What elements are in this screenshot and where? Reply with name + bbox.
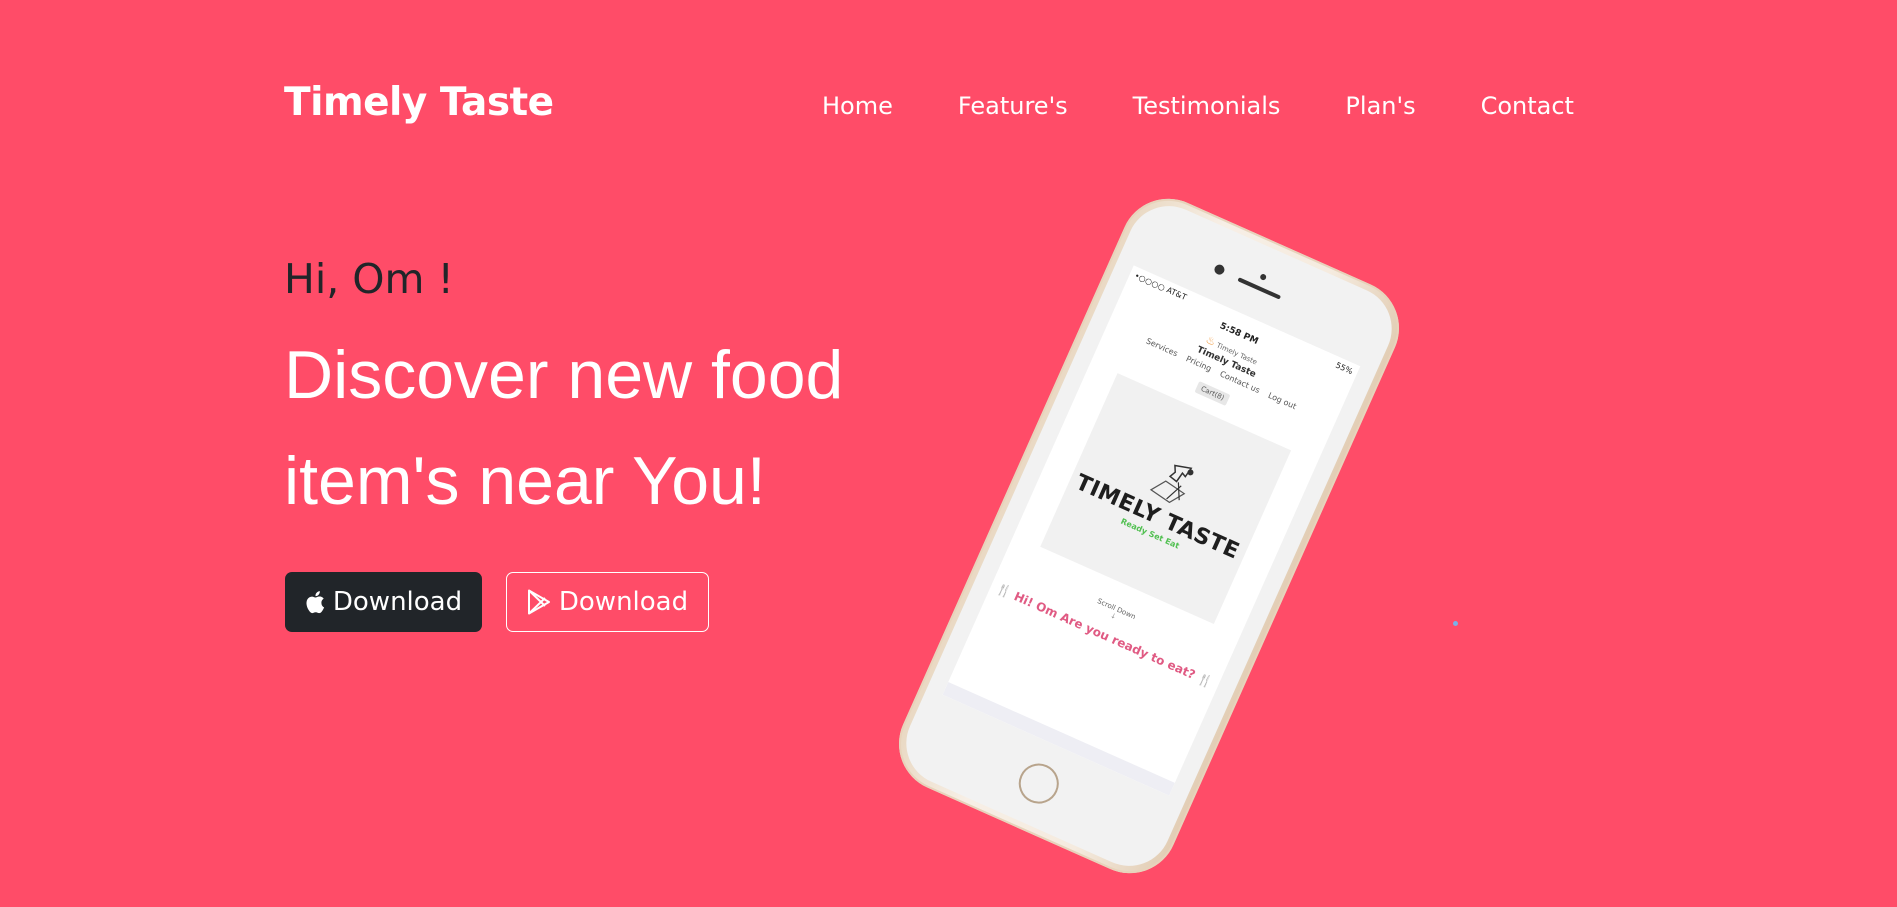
google-play-download-button[interactable]: Download: [506, 572, 709, 632]
phone-face: •○○○○ AT&T 55% 5:58 PM ♨ Timely Taste Ti…: [892, 192, 1406, 880]
cutlery-icon: 🍴: [1195, 670, 1215, 690]
nav-features[interactable]: Feature's: [958, 92, 1068, 120]
apple-button-label: Download: [332, 587, 463, 617]
camera-icon: [1212, 263, 1227, 277]
nav-testimonials[interactable]: Testimonials: [1133, 92, 1281, 120]
app-store-download-button[interactable]: Download: [285, 572, 482, 632]
cart-badge: Cart(8): [1194, 380, 1231, 407]
hero-greeting: Hi, Om !: [284, 255, 454, 303]
nav-plans[interactable]: Plan's: [1345, 92, 1415, 120]
phone-speaker: [1237, 277, 1282, 300]
phone-screen: •○○○○ AT&T 55% 5:58 PM ♨ Timely Taste Ti…: [942, 265, 1361, 796]
cutlery-icon: 🍴: [994, 581, 1014, 601]
nav-contact[interactable]: Contact: [1481, 92, 1574, 120]
main-nav: Home Feature's Testimonials Plan's Conta…: [822, 92, 1574, 120]
hero-headline: Discover new food item's near You!: [284, 337, 844, 519]
google-play-icon: [527, 589, 551, 615]
decorative-dot: [1453, 621, 1458, 626]
phone-mockup: •○○○○ AT&T 55% 5:58 PM ♨ Timely Taste Ti…: [883, 183, 1415, 889]
home-button: [1012, 757, 1066, 810]
nav-home[interactable]: Home: [822, 92, 893, 120]
apple-icon: [305, 590, 325, 614]
play-button-label: Download: [558, 587, 689, 617]
brand-logo[interactable]: Timely Taste: [284, 80, 554, 125]
phone-sensor: [1259, 273, 1268, 282]
